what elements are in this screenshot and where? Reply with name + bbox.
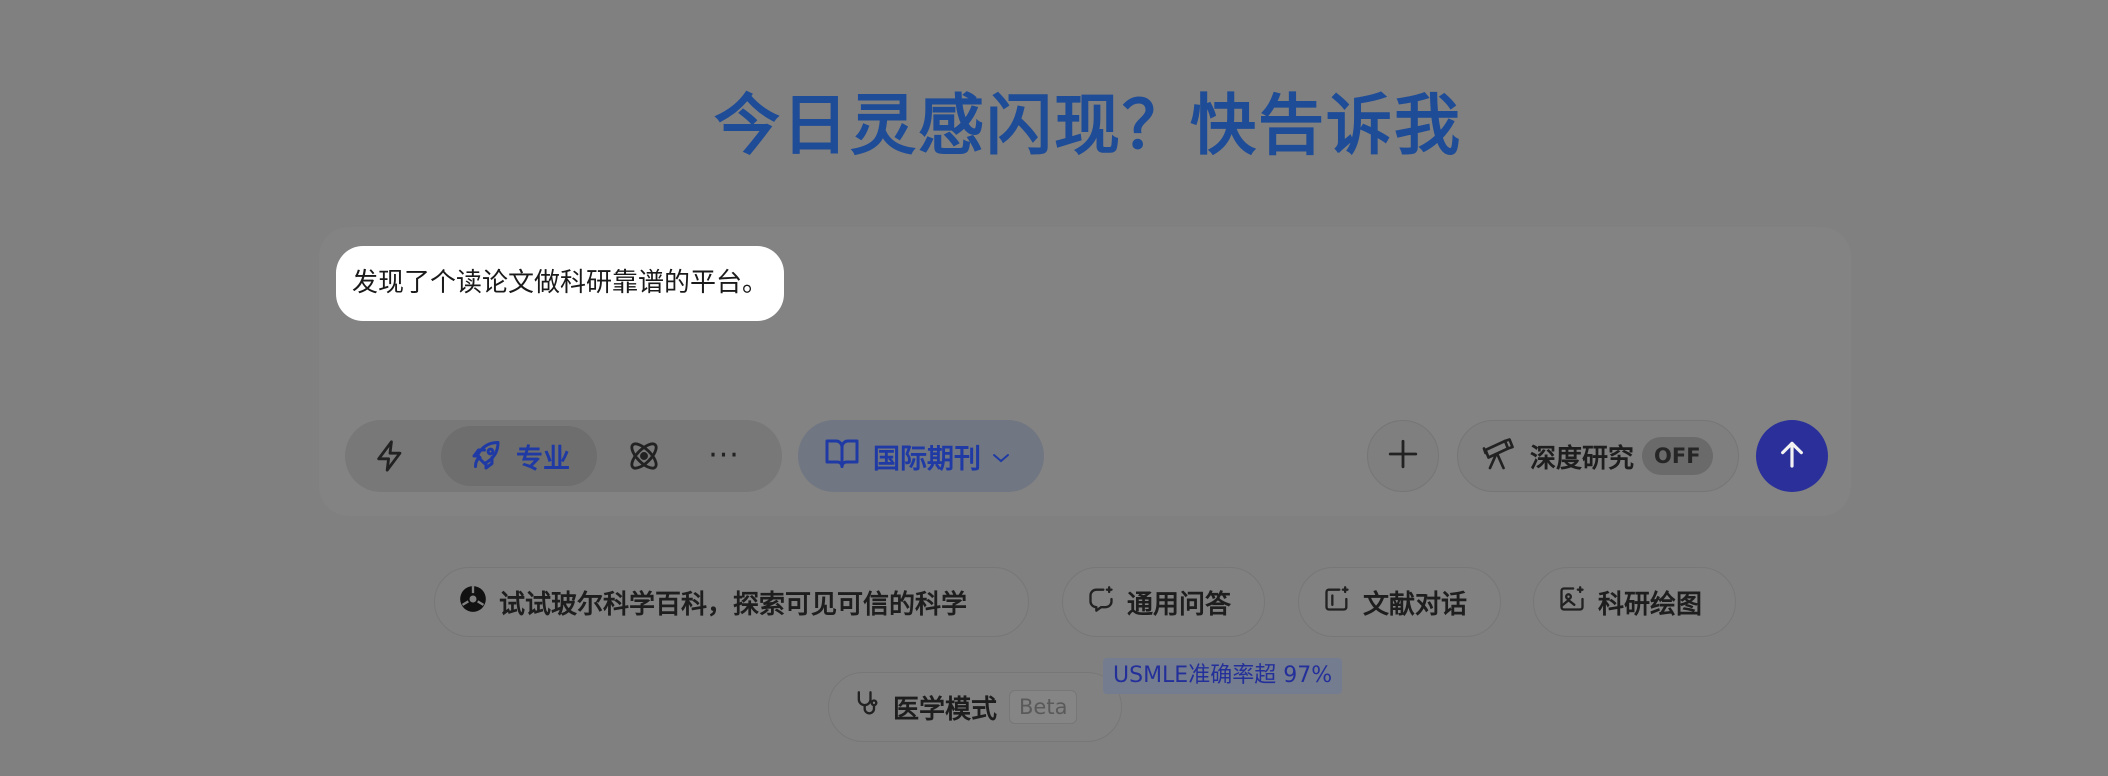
suggestion-general-qa[interactable]: 通用问答 <box>1062 567 1265 637</box>
plus-icon <box>1386 437 1420 475</box>
atom-icon <box>625 437 663 475</box>
prompt-input-value[interactable]: 发现了个读论文做科研靠谱的平台。 <box>336 246 785 321</box>
more-modes-button[interactable]: ··· <box>693 426 755 486</box>
suggestion-baike[interactable]: 试试玻尔科学百科，探索可见可信的科学 <box>434 567 1029 637</box>
chat-sparkle-icon <box>1087 585 1115 620</box>
lightning-icon <box>373 437 407 475</box>
send-button[interactable] <box>1756 420 1828 492</box>
mode-selector: 专业 ··· <box>345 420 782 492</box>
mode-atom-button[interactable] <box>613 426 675 486</box>
suggestion-medical-mode[interactable]: 医学模式 Beta <box>828 672 1122 742</box>
medical-accuracy-tooltip: USMLE准确率超 97% <box>1103 658 1343 694</box>
source-selector-button[interactable]: 国际期刊 <box>798 420 1044 492</box>
beta-badge: Beta <box>1009 690 1078 724</box>
source-label: 国际期刊 <box>873 443 981 475</box>
science-logo-icon <box>459 585 487 620</box>
mode-pro-button[interactable]: 专业 <box>441 426 597 486</box>
stethoscope-icon <box>853 689 881 726</box>
chevron-down-icon <box>991 441 1011 472</box>
suggestion-literature-chat-label: 文献对话 <box>1363 589 1468 620</box>
image-edit-icon <box>1558 585 1586 620</box>
mode-pro-label: 专业 <box>516 443 570 475</box>
rocket-icon <box>468 438 504 474</box>
deep-research-toggle[interactable]: 深度研究 OFF <box>1457 420 1739 492</box>
suggestion-research-drawing[interactable]: 科研绘图 <box>1533 567 1736 637</box>
page-headline: 今日灵感闪现？快告诉我 <box>714 87 1462 164</box>
deep-research-state: OFF <box>1642 437 1713 475</box>
suggestion-general-qa-label: 通用问答 <box>1127 589 1232 620</box>
suggestion-baike-label: 试试玻尔科学百科，探索可见可信的科学 <box>499 589 968 620</box>
deep-research-label: 深度研究 <box>1530 443 1635 474</box>
mode-fast-button[interactable] <box>359 426 421 486</box>
book-open-icon <box>823 435 861 478</box>
add-attachment-button[interactable] <box>1367 420 1439 492</box>
suggestion-medical-mode-label: 医学模式 <box>893 694 998 725</box>
arrow-up-icon <box>1776 437 1808 475</box>
document-chat-icon <box>1323 585 1351 620</box>
suggestion-research-drawing-label: 科研绘图 <box>1598 589 1703 620</box>
suggestion-literature-chat[interactable]: 文献对话 <box>1298 567 1501 637</box>
telescope-icon <box>1480 435 1518 478</box>
